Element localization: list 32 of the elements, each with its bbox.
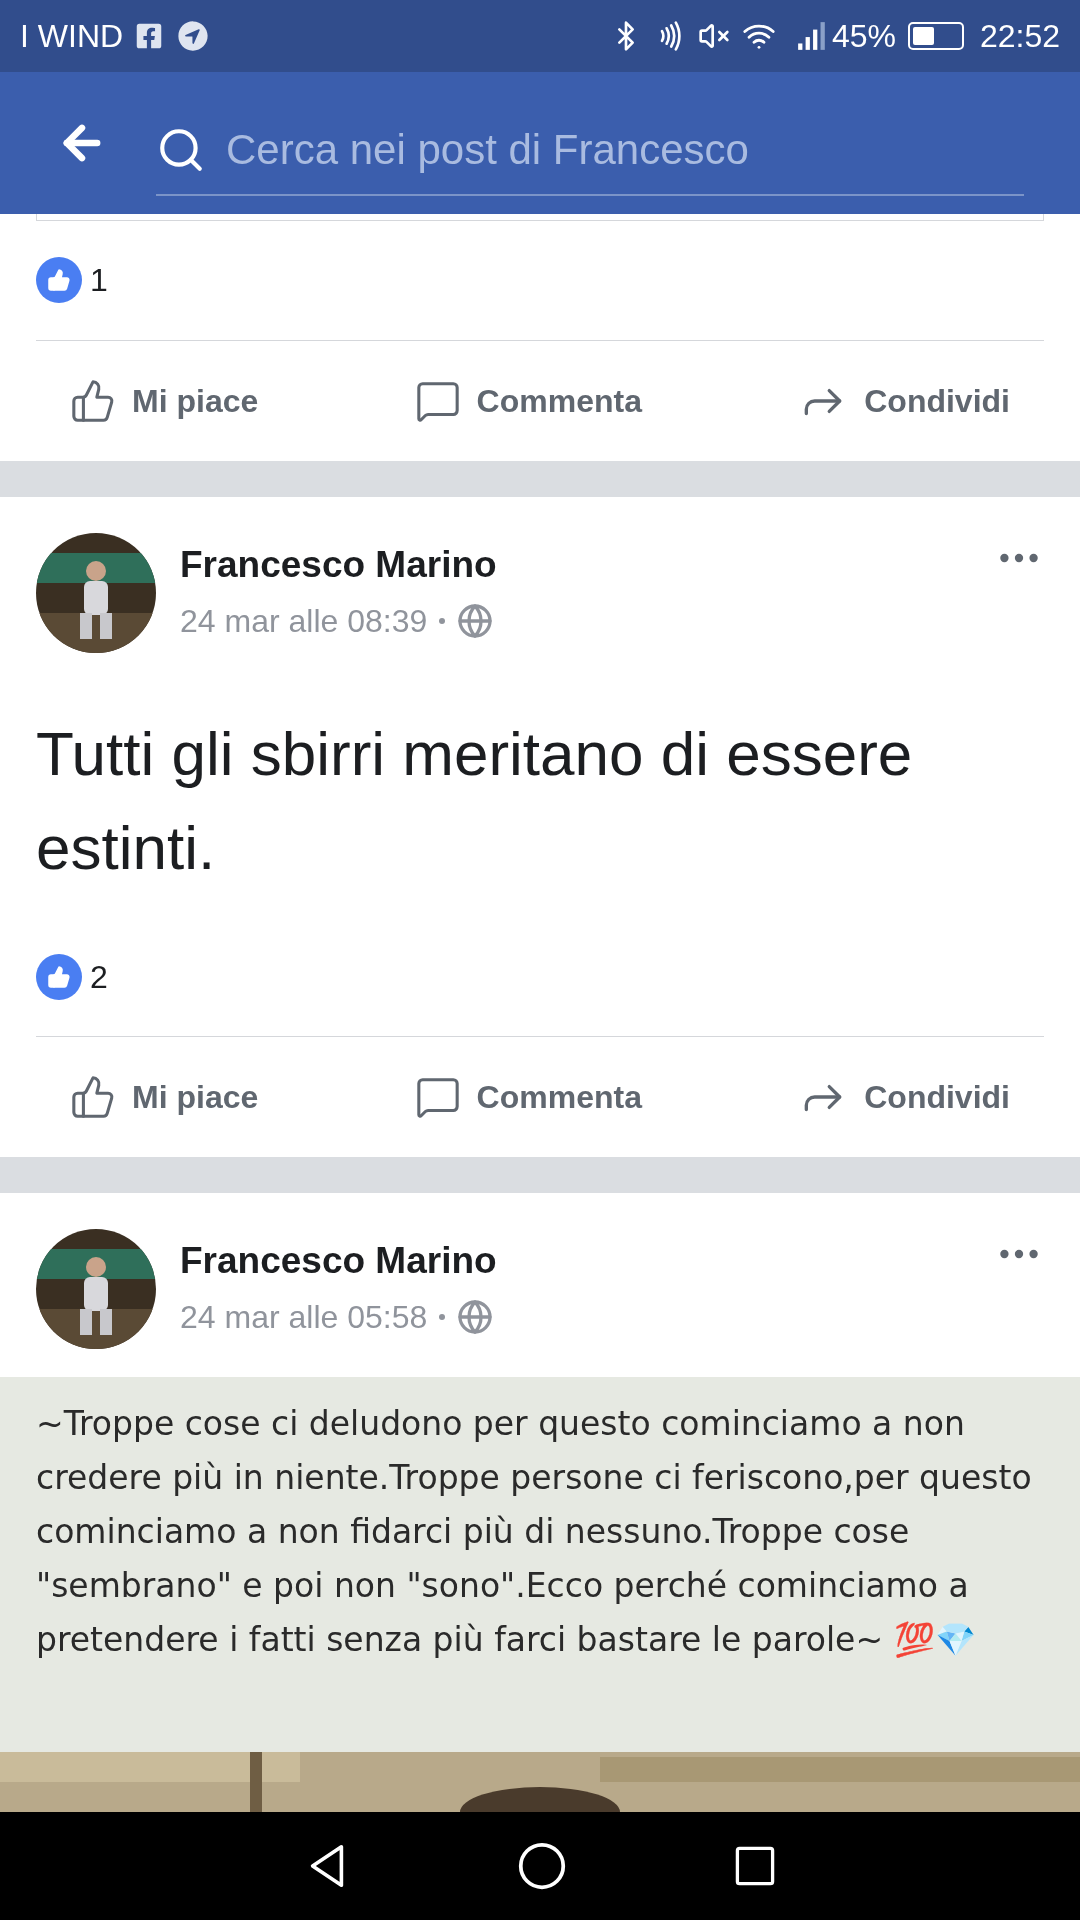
post-time: 24 mar alle 08:39 bbox=[180, 601, 428, 641]
like-badge-icon bbox=[36, 257, 82, 303]
dot-separator-icon bbox=[439, 1313, 446, 1320]
like-count: 2 bbox=[90, 957, 108, 997]
post-text: Tutti gli sbirri meritano di essere estinti. bbox=[35, 718, 914, 885]
comment-button[interactable]: Commenta bbox=[414, 1073, 642, 1122]
quote-text: ~Troppe cose ci deludono per questo cominciamo a non credere più in niente.Troppe persone ci feriscono,per questo cominciamo a non fidarci più di nessuno.Troppe cose "sembrano" e poi non "sono".Ecco perché cominciamo a pretendere i fatti senza più farci bastare le parole~ 💯💎 bbox=[36, 1403, 1033, 1661]
dot-separator-icon bbox=[439, 617, 446, 624]
carrier-name: I WIND bbox=[20, 16, 124, 56]
share-button[interactable]: Condividi bbox=[798, 1072, 1010, 1123]
globe-icon bbox=[457, 602, 494, 639]
thumbs-up-icon bbox=[70, 377, 116, 424]
like-badge-icon bbox=[36, 953, 82, 1000]
like-button[interactable]: Mi piace bbox=[70, 376, 259, 425]
clock: 22:52 bbox=[979, 16, 1060, 56]
like-button[interactable]: Mi piace bbox=[70, 1073, 259, 1122]
square-f-icon bbox=[135, 21, 164, 50]
share-button[interactable]: Condividi bbox=[798, 375, 1010, 426]
search-input[interactable]: Cerca nei post di Francesco bbox=[226, 118, 1024, 181]
recents-square-icon[interactable] bbox=[733, 1844, 777, 1888]
comment-button[interactable]: Commenta bbox=[414, 376, 642, 425]
battery-icon bbox=[907, 21, 964, 50]
search-field[interactable]: Cerca nei post di Francesco bbox=[156, 105, 1024, 196]
home-circle-icon[interactable] bbox=[517, 1841, 567, 1891]
like-count: 1 bbox=[90, 261, 108, 300]
author-name[interactable]: Francesco Marino bbox=[180, 537, 970, 593]
globe-icon bbox=[457, 1298, 494, 1335]
signal-icon bbox=[795, 19, 828, 52]
post-time: 24 mar alle 05:58 bbox=[180, 1297, 428, 1337]
author-name[interactable]: Francesco Marino bbox=[180, 1233, 970, 1289]
battery-percent: 45% bbox=[831, 16, 896, 56]
thumbs-up-icon bbox=[70, 1074, 116, 1121]
